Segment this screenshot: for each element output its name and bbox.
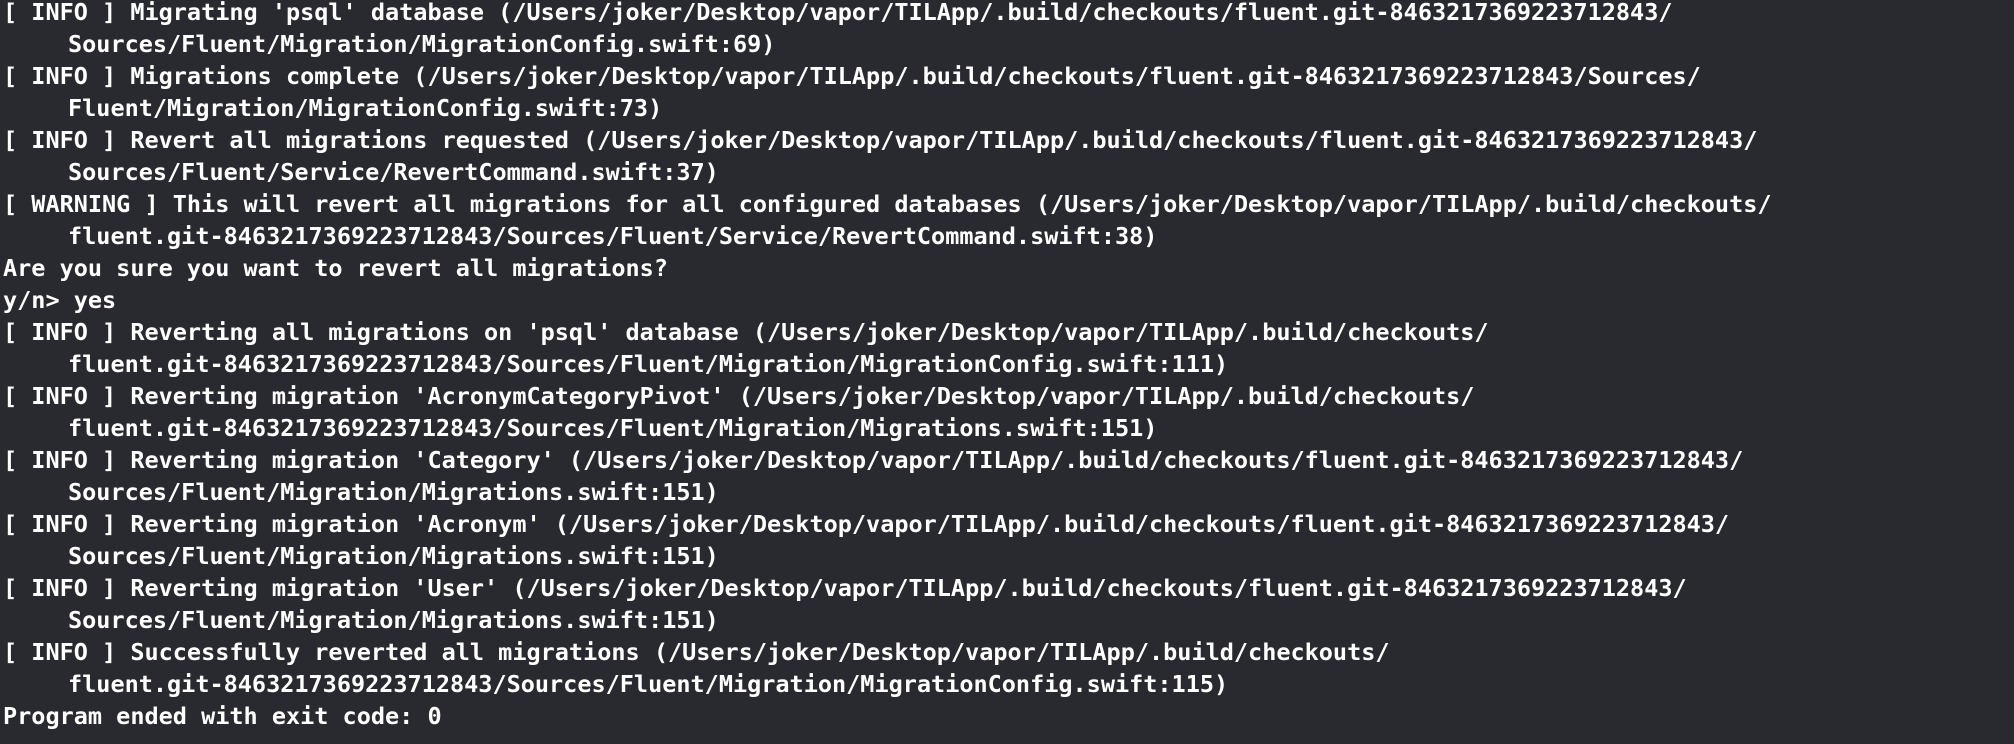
console-line: fluent.git-8463217369223712843/Sources/F… <box>68 414 1158 442</box>
console-line: Sources/Fluent/Service/RevertCommand.swi… <box>68 158 719 186</box>
console-line: [ INFO ] Reverting all migrations on 'ps… <box>3 318 1489 346</box>
console-line: [ INFO ] Reverting migration 'Acronym' (… <box>3 510 1730 538</box>
console-line: Fluent/Migration/MigrationConfig.swift:7… <box>68 94 663 122</box>
console-line: [ INFO ] Revert all migrations requested… <box>3 126 1758 154</box>
console-line: [ INFO ] Migrating 'psql' database (/Use… <box>3 0 1673 26</box>
console-line: Sources/Fluent/Migration/Migrations.swif… <box>68 606 719 634</box>
console-line: fluent.git-8463217369223712843/Sources/F… <box>68 222 1158 250</box>
console-line: Sources/Fluent/Migration/Migrations.swif… <box>68 478 719 506</box>
console-line: Sources/Fluent/Migration/Migrations.swif… <box>68 542 719 570</box>
console-line: Sources/Fluent/Migration/MigrationConfig… <box>68 30 776 58</box>
debug-console-output[interactable]: [ INFO ] Migrating 'psql' database (/Use… <box>0 0 2014 744</box>
console-line: fluent.git-8463217369223712843/Sources/F… <box>68 350 1229 378</box>
console-line: [ INFO ] Reverting migration 'User' (/Us… <box>3 574 1687 602</box>
console-line: Are you sure you want to revert all migr… <box>3 254 668 282</box>
console-prompt-line: y/n> yes <box>3 286 117 314</box>
console-line: [ INFO ] Reverting migration 'AcronymCat… <box>3 382 1475 410</box>
console-exit-status-line: Program ended with exit code: 0 <box>3 702 442 730</box>
console-line: [ INFO ] Successfully reverted all migra… <box>3 638 1390 666</box>
console-line: [ INFO ] Migrations complete (/Users/jok… <box>3 62 1701 90</box>
console-line: fluent.git-8463217369223712843/Sources/F… <box>68 670 1229 698</box>
console-line: [ WARNING ] This will revert all migrati… <box>3 190 1772 218</box>
console-line: [ INFO ] Reverting migration 'Category' … <box>3 446 1744 474</box>
